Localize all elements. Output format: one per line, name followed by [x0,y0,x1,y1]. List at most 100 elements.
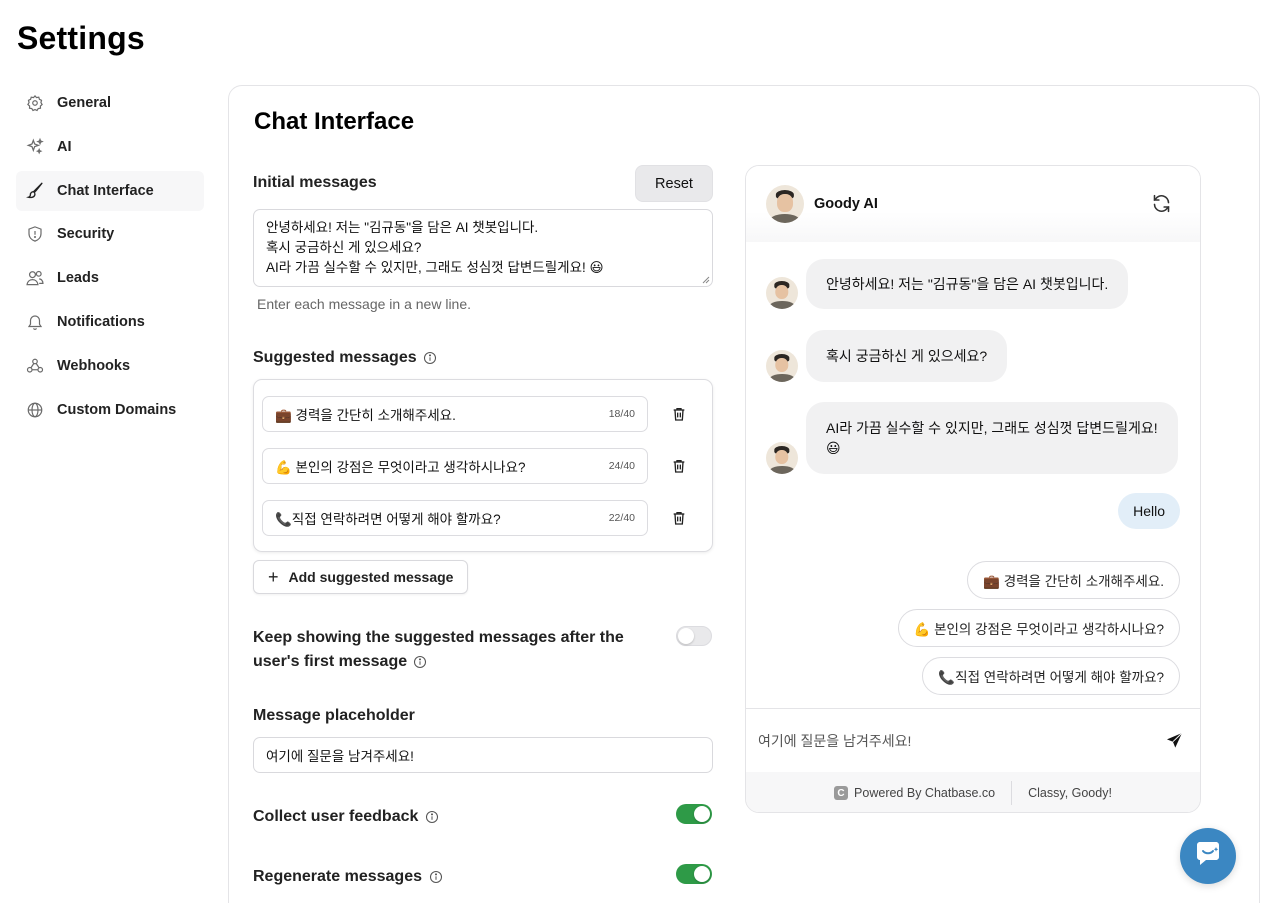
add-suggested-message-button[interactable]: + Add suggested message [253,560,468,594]
keep-showing-label: Keep showing the suggested messages afte… [253,626,643,674]
refresh-icon[interactable] [1151,193,1172,219]
collect-feedback-label: Collect user feedback [253,808,419,825]
toggle-knob [678,628,694,644]
message-bubble: 안녕하세요! 저는 "김규동"을 담은 AI 챗봇입니다. [806,259,1129,309]
sidebar-item-chat-interface[interactable]: Chat Interface [16,170,204,211]
bot-avatar [766,277,798,309]
suggested-message-input[interactable]: 💪 본인의 강점은 무엇이라고 생각하시나요? 24/40 [262,448,648,484]
bot-avatar [766,185,804,223]
trash-icon[interactable] [670,457,688,475]
initial-message-line: 안녕하세요! 저는 "김규동"을 담은 AI 챗봇입니다. [266,220,539,235]
footer-divider [1011,781,1013,805]
globe-icon [25,400,45,420]
suggested-message-input[interactable]: 📞직접 연락하려면 어떻게 해야 할까요? 22/40 [262,500,648,536]
suggestion-chip[interactable]: 💼 경력을 간단히 소개해주세요. [967,561,1180,599]
sidebar-item-general[interactable]: General [16,83,204,123]
char-count: 24/40 [608,460,635,472]
users-icon [25,268,45,288]
regenerate-heading: Regenerate messages [253,868,443,886]
sidebar-item-leads[interactable]: Leads [16,258,204,298]
sidebar-item-ai[interactable]: AI [16,127,204,167]
panel-title: Chat Interface [254,108,415,135]
suggested-message-text: 💼 경력을 간단히 소개해주세요. [275,408,456,423]
toggle-knob [694,806,710,822]
char-count: 22/40 [608,512,635,524]
user-message: Hello [1118,493,1180,529]
footer-tagline: Classy, Goody! [1028,786,1112,800]
info-icon[interactable] [423,351,437,365]
shield-icon [25,224,45,244]
suggested-message-text: 📞직접 연락하려면 어떻게 해야 할까요? [275,512,501,527]
suggested-messages-heading: Suggested messages [253,349,437,367]
suggested-message-input[interactable]: 💼 경력을 간단히 소개해주세요. 18/40 [262,396,648,432]
suggested-messages-list: 💼 경력을 간단히 소개해주세요. 18/40 💪 본인의 강점은 무엇이라고 … [253,379,713,552]
initial-messages-helper: Enter each message in a new line. [257,296,472,312]
chat-footer: C Powered By Chatbase.co Classy, Goody! [746,772,1200,812]
message-bubble: AI라 가끔 실수할 수 있지만, 그래도 성심껏 답변드릴게요! 😃 [806,402,1178,474]
resize-handle-icon[interactable] [702,276,710,284]
sidebar-item-label: Security [57,226,115,243]
sidebar-item-label: AI [57,138,72,155]
message-placeholder-input[interactable]: 여기에 질문을 남겨주세요! [253,737,713,773]
plus-icon: + [268,567,279,587]
keep-showing-label-line2-wrap: user's first message [253,650,643,674]
sidebar-item-label: Webhooks [57,357,131,374]
send-icon[interactable] [1165,731,1184,753]
powered-by-link[interactable]: C Powered By Chatbase.co [834,786,995,800]
chat-preview: Goody AI 안녕하세요! 저는 "김규동"을 담은 AI 챗봇입니다. 혹… [745,165,1201,813]
bot-message: AI라 가끔 실수할 수 있지만, 그래도 성심껏 답변드릴게요! 😃 [766,402,1178,474]
suggested-messages-label: Suggested messages [253,349,417,366]
chatbase-logo-icon: C [834,786,849,800]
keep-showing-label-line1: Keep showing the suggested messages afte… [253,629,624,646]
sparkles-icon [25,137,45,157]
chat-input[interactable]: 여기에 질문을 남겨주세요! [746,708,1200,772]
suggested-message-text: 💪 본인의 강점은 무엇이라고 생각하시나요? [275,460,526,475]
regenerate-toggle[interactable] [676,864,712,884]
sidebar-item-label: Leads [57,270,99,287]
sidebar-item-label: General [57,95,111,111]
chat-header: Goody AI [746,166,1200,242]
collect-feedback-toggle[interactable] [676,804,712,824]
info-icon[interactable] [429,870,443,884]
info-icon[interactable] [425,810,439,824]
gear-icon [25,93,45,113]
trash-icon[interactable] [670,405,688,423]
chat-input-placeholder: 여기에 질문을 남겨주세요! [758,732,912,749]
brush-icon [25,181,45,201]
initial-message-line: 혹시 궁금하신 게 있으세요? [266,240,422,255]
trash-icon[interactable] [670,509,688,527]
toggle-knob [694,866,710,882]
sidebar-item-security[interactable]: Security [16,214,204,254]
add-suggested-message-label: Add suggested message [288,569,454,585]
chat-interface-panel: Chat Interface Initial messages Reset 안녕… [228,85,1260,903]
initial-messages-label: Initial messages [253,174,377,191]
sidebar-item-label: Custom Domains [57,401,177,418]
message-bubble: 혹시 궁금하신 게 있으세요? [806,330,1008,382]
bot-avatar [766,350,798,382]
char-count: 18/40 [608,408,635,420]
sidebar-item-label: Chat Interface [57,182,154,199]
webhook-icon [25,356,45,376]
suggestion-chip[interactable]: 💪 본인의 강점은 무엇이라고 생각하시나요? [897,609,1180,647]
settings-sidebar: General AI Chat Interface Security Leads… [16,83,204,433]
reset-button[interactable]: Reset [635,165,713,202]
collect-feedback-heading: Collect user feedback [253,808,439,826]
bot-name: Goody AI [814,196,878,212]
regenerate-label: Regenerate messages [253,868,422,885]
info-icon[interactable] [413,655,427,669]
initial-messages-textarea[interactable]: 안녕하세요! 저는 "김규동"을 담은 AI 챗봇입니다. 혹시 궁금하신 게 … [253,209,713,287]
chat-launcher-button[interactable] [1180,828,1236,884]
keep-showing-label-line2: user's first message [253,653,408,670]
bell-icon [25,312,45,332]
powered-by-text: Powered By Chatbase.co [854,786,996,800]
sidebar-item-webhooks[interactable]: Webhooks [16,346,204,386]
sidebar-item-custom-domains[interactable]: Custom Domains [16,390,204,430]
bot-message: 안녕하세요! 저는 "김규동"을 담은 AI 챗봇입니다. [766,259,1129,309]
message-placeholder-label: Message placeholder [253,707,415,724]
sidebar-item-notifications[interactable]: Notifications [16,302,204,342]
message-line: 😃 [826,440,841,456]
keep-showing-toggle[interactable] [676,626,712,646]
bot-avatar [766,442,798,474]
suggestion-chip[interactable]: 📞직접 연락하려면 어떻게 해야 할까요? [922,657,1180,695]
sidebar-item-label: Notifications [57,313,145,330]
